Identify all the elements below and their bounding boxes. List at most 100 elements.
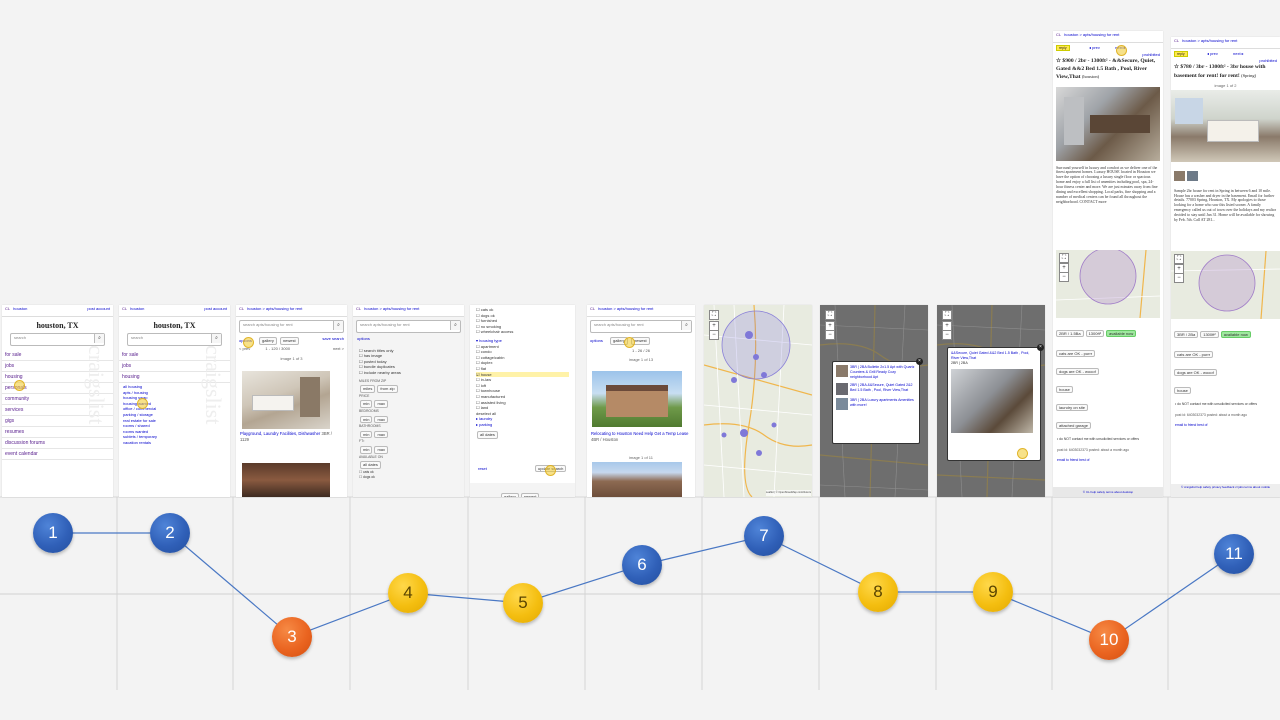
zoom-out-button[interactable]: − xyxy=(1174,272,1184,283)
popup-item[interactable]: 2BR | 2BA &&Secure, Quiet Gated 2&2 Bed … xyxy=(836,383,916,395)
breadcrumb[interactable]: houston xyxy=(13,306,27,311)
listing-photo-2[interactable] xyxy=(242,463,330,497)
step-node-2: 2 xyxy=(150,513,190,553)
cl-logo[interactable]: CL xyxy=(122,306,127,311)
zoom-out-button[interactable]: − xyxy=(942,330,952,340)
search-input[interactable]: search apts/housing for rent ⌕ xyxy=(356,320,461,333)
checkbox[interactable]: ☐ wheelchair access xyxy=(476,329,569,335)
footer-links[interactable]: © craigslist help safety privacy feedbac… xyxy=(1171,484,1280,497)
search-icon[interactable]: ⌕ xyxy=(333,321,343,330)
popup-item[interactable]: 3BR | 2BA Luxury apartments Amenities wi… xyxy=(836,398,916,410)
listing-map[interactable]: ⛶ + − xyxy=(1056,249,1160,318)
screenshot-9-map-listing[interactable]: ⛶ + − × &&Secure, Quiet Gated &&2 Bed 1.… xyxy=(937,305,1045,497)
popup-photo[interactable] xyxy=(951,369,1033,433)
listing-title[interactable]: Playground, Laundry Facilities, Dishwash… xyxy=(240,431,340,442)
bath-max[interactable]: max xyxy=(374,430,389,439)
zoom-out-button[interactable]: − xyxy=(825,330,835,340)
popup-item[interactable]: 3BR | 2BA Bulletin 2x1.5 Apt with Quartz… xyxy=(836,365,916,380)
fullscreen-button[interactable]: ⛶ xyxy=(1174,253,1184,264)
breadcrumb[interactable]: houston xyxy=(130,306,144,311)
search-icon[interactable]: ⌕ xyxy=(94,334,104,343)
cl-logo[interactable]: CL xyxy=(5,306,10,311)
footer-links[interactable]: © CL help safety terms about desktop xyxy=(1053,487,1163,497)
prev-link[interactable]: ◂ prev xyxy=(1089,45,1100,51)
listing-photo[interactable] xyxy=(1056,86,1160,161)
availability-tag: available now xyxy=(1106,329,1137,337)
bedrooms-max[interactable]: max xyxy=(374,415,389,424)
close-icon[interactable]: × xyxy=(1037,344,1044,351)
category-resumes[interactable]: resumes xyxy=(2,427,113,438)
sqft-max[interactable]: max xyxy=(374,445,389,454)
result-count: 1 - 120 / 3000 xyxy=(265,346,291,351)
listing-photo[interactable] xyxy=(1171,89,1280,162)
email-friend-link[interactable]: email to friend xyxy=(1175,423,1196,427)
best-of-link[interactable]: best of xyxy=(1079,458,1089,462)
options-button[interactable]: options xyxy=(590,338,603,343)
fullscreen-button[interactable]: ⛶ xyxy=(825,310,835,320)
category-event-calendar[interactable]: event calendar xyxy=(2,449,113,460)
search-icon[interactable]: ⌕ xyxy=(450,321,460,330)
available-dropdown[interactable]: all dates xyxy=(360,461,381,469)
email-friend-link[interactable]: email to friend xyxy=(1057,458,1078,462)
search-icon[interactable]: ⌕ xyxy=(211,334,221,343)
screenshot-8-map-popup[interactable]: ⛶ + − × 3BR | 2BA Bulletin 2x1.5 Apt wit… xyxy=(820,305,928,497)
attribute: house xyxy=(1174,386,1191,394)
fullscreen-button[interactable]: ⛶ xyxy=(942,310,952,320)
price-max[interactable]: max xyxy=(374,400,389,408)
zoom-out-button[interactable]: − xyxy=(1059,271,1069,282)
reset-button[interactable]: reset xyxy=(478,466,487,472)
close-icon[interactable]: × xyxy=(916,358,923,365)
gallery-dropdown[interactable]: gallery xyxy=(501,493,519,497)
listing-map[interactable]: ⛶ + − xyxy=(1171,250,1280,319)
post-account-links[interactable]: post account xyxy=(87,306,110,311)
reply-button[interactable]: reply xyxy=(1174,51,1188,57)
breadcrumb[interactable]: houston > apts/housing for rent xyxy=(1182,38,1237,43)
checkbox[interactable]: ☐ dogs ok xyxy=(359,475,458,481)
sort-dropdown[interactable]: newest xyxy=(520,493,540,497)
fullscreen-button[interactable]: ⛶ xyxy=(709,310,719,320)
prohibited-link[interactable]: prohibited xyxy=(1142,52,1160,58)
listing-photo[interactable] xyxy=(242,371,330,429)
popup-title[interactable]: &&Secure, Quiet Gated &&2 Bed 1.5 Bath ,… xyxy=(951,351,1037,361)
breadcrumb[interactable]: houston > apts/housing for rent xyxy=(598,306,653,311)
breadcrumb[interactable]: houston > apts/housing for rent xyxy=(364,306,419,311)
cl-logo[interactable]: CL xyxy=(239,306,244,311)
parking-header[interactable]: ▸ parking xyxy=(476,422,569,428)
cl-logo[interactable]: CL xyxy=(590,306,595,311)
zip-input[interactable]: from zip xyxy=(377,385,398,393)
prev-link[interactable]: ◂ prev xyxy=(1207,51,1218,57)
reply-button[interactable]: reply xyxy=(1056,45,1070,51)
save-search-link[interactable]: save search xyxy=(322,336,344,342)
prohibited-link[interactable]: prohibited xyxy=(1259,58,1277,64)
date-dropdown[interactable]: all dates xyxy=(477,431,498,440)
search-input[interactable]: search apts/housing for rent ⌕ xyxy=(239,320,344,333)
breadcrumb[interactable]: houston > apts/housing for rent xyxy=(247,306,302,311)
screenshot-7-map-view[interactable]: ⛶ + − Leaflet | © OpenStreetMap contribu… xyxy=(704,305,812,497)
bedrooms-min[interactable]: min xyxy=(360,415,373,424)
listing-photo-2[interactable] xyxy=(592,462,682,497)
submenu-item[interactable]: vacation rentals xyxy=(123,440,226,446)
next-link[interactable]: next > xyxy=(333,346,344,352)
best-of-link[interactable]: best of xyxy=(1197,423,1207,427)
zoom-out-button[interactable]: − xyxy=(709,330,719,340)
next-link[interactable]: next ▸ xyxy=(1233,51,1244,57)
price-min[interactable]: min xyxy=(360,400,373,408)
post-account-links[interactable]: post account xyxy=(204,306,227,311)
miles-input[interactable]: miles xyxy=(360,385,376,393)
breadcrumb[interactable]: houston > apts/housing for rent xyxy=(1064,32,1119,37)
listing-photo[interactable] xyxy=(592,371,682,427)
tap-indicator xyxy=(14,380,25,391)
search-icon[interactable]: ⌕ xyxy=(681,321,691,330)
listing-tags: 3BR / 2Ba 1300ft² available now xyxy=(1171,322,1280,342)
category-forums[interactable]: discussion forums xyxy=(2,438,113,449)
image-count: image 1 of 3 xyxy=(280,355,303,361)
bath-min[interactable]: min xyxy=(360,430,373,439)
cl-logo[interactable]: CL xyxy=(356,306,361,311)
fullscreen-button[interactable]: ⛶ xyxy=(1059,252,1069,263)
listing-title[interactable]: Relocating to Houston Need Help Get a Te… xyxy=(591,431,691,442)
photo-thumbnails[interactable] xyxy=(1174,168,1277,181)
cl-logo[interactable]: CL xyxy=(1174,38,1179,43)
sqft-min[interactable]: min xyxy=(360,445,373,454)
cl-logo[interactable]: CL xyxy=(1056,32,1061,37)
search-input[interactable]: search apts/housing for rent ⌕ xyxy=(590,320,692,333)
